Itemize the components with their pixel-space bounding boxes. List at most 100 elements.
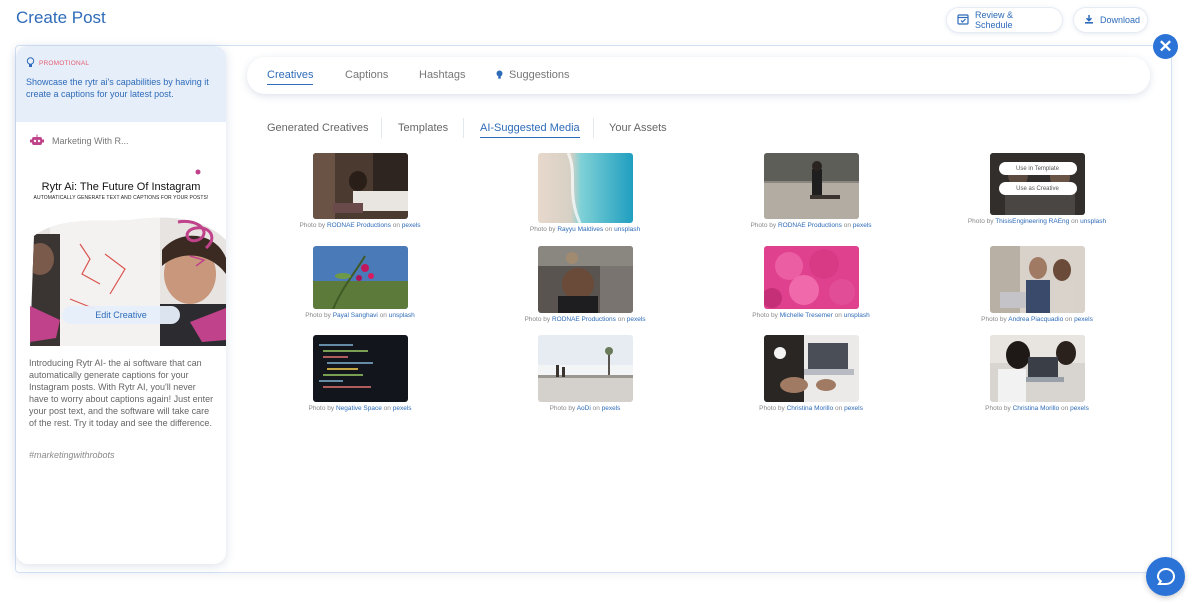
media-item[interactable]: Photo by RODNAE Productions on pexels [495,246,675,323]
source-link[interactable]: unsplash [1080,218,1106,225]
promotional-text: Showcase the rytr ai's capabilities by h… [26,77,209,99]
media-thumbnail[interactable] [763,153,859,219]
lightbulb-icon [26,57,35,70]
source-link[interactable]: pexels [602,405,621,412]
account-row: Marketing With R... [16,122,226,148]
media-item[interactable]: Photo by Andrea Piacquadio on pexels [947,246,1127,323]
review-schedule-button[interactable]: Review & Schedule [946,7,1063,33]
media-thumbnail[interactable] [312,335,408,402]
source-link[interactable]: pexels [1074,316,1093,323]
creative-subtitle: AUTOMATICALLY GENERATE TEXT AND CAPTIONS… [33,195,209,201]
close-button[interactable]: ✕ [1153,34,1178,59]
subtab-divider [463,118,464,138]
subtab-your-assets[interactable]: Your Assets [609,122,667,134]
photo-credit: Photo by Payal Sanghavi on unsplash [305,312,415,319]
chat-launcher-button[interactable] [1146,557,1185,596]
author-link[interactable]: Negative Space [336,405,382,412]
decorative-dot-icon [195,169,201,175]
media-item[interactable]: Photo by Christina Morillo on pexels [721,335,901,412]
photo-credit: Photo by ThisisEngineering RAEng on unsp… [967,218,1107,225]
subtab-generated-creatives[interactable]: Generated Creatives [267,122,369,134]
subtab-divider [381,118,382,138]
photo-credit: Photo by Rayyu Maldives on unsplash [529,226,641,233]
media-thumbnail[interactable] [312,246,408,309]
subtab-ai-suggested-media[interactable]: AI-Suggested Media [480,122,580,138]
media-item[interactable]: Photo by AoDi on pexels [495,335,675,412]
post-caption: Introducing Rytr AI- the ai software tha… [29,358,214,428]
photo-credit: Photo by Christina Morillo on pexels [759,405,863,412]
content-tabs: Creatives Captions Hashtags Suggestions [247,57,1150,94]
media-item[interactable]: Photo by Negative Space on pexels [270,335,450,412]
tab-captions[interactable]: Captions [345,69,388,81]
promotional-tag: PROMOTIONAL [26,57,216,70]
page-title: Create Post [16,8,106,27]
author-link[interactable]: RODNAE Productions [327,222,391,229]
author-link[interactable]: RODNAE Productions [552,316,616,323]
chat-bubble-icon [1156,567,1175,585]
media-item[interactable]: Photo by Michelle Tresemer on unsplash [721,246,901,319]
promotional-banner: PROMOTIONAL Showcase the rytr ai's capab… [16,46,226,122]
photo-credit: Photo by Michelle Tresemer on unsplash [752,312,870,319]
media-item[interactable]: Photo by RODNAE Productions on pexels [270,153,450,229]
source-link[interactable]: unsplash [389,312,415,319]
media-thumbnail[interactable] [763,335,859,402]
review-schedule-label: Review & Schedule [975,10,1014,30]
photo-credit: Photo by RODNAE Productions on pexels [524,316,646,323]
tab-creatives[interactable]: Creatives [267,69,314,85]
source-link[interactable]: unsplash [844,312,870,319]
account-name: Marketing With R... [52,136,129,146]
subtab-templates[interactable]: Templates [398,122,448,134]
author-link[interactable]: Christina Morillo [787,405,834,412]
media-thumbnail[interactable] [989,335,1085,402]
photo-credit: Photo by RODNAE Productions on pexels [750,222,872,229]
media-item[interactable]: Photo by Christina Morillo on pexels [947,335,1127,412]
author-link[interactable]: AoDi [577,405,591,412]
source-link[interactable]: pexels [393,405,412,412]
media-item[interactable]: Photo by Payal Sanghavi on unsplash [270,246,450,319]
lightbulb-icon [496,70,503,79]
source-link[interactable]: pexels [1070,405,1089,412]
media-thumbnail[interactable] [989,246,1085,313]
source-link[interactable]: pexels [402,222,421,229]
photo-credit: Photo by Christina Morillo on pexels [985,405,1089,412]
media-thumbnail[interactable] [312,153,408,219]
robot-avatar-icon [30,134,44,148]
post-preview-panel: PROMOTIONAL Showcase the rytr ai's capab… [16,46,226,564]
media-thumbnail[interactable] [537,246,633,313]
media-item[interactable]: Photo by RODNAE Productions on pexels [721,153,901,229]
photo-credit: Photo by Andrea Piacquadio on pexels [981,316,1093,323]
download-label: Download [1100,15,1141,25]
edit-creative-button[interactable]: Edit Creative [62,306,180,324]
source-link[interactable]: pexels [627,316,646,323]
close-icon: ✕ [1158,37,1173,56]
subtab-divider [593,118,594,138]
download-button[interactable]: Download [1073,7,1148,33]
post-hashtag: #marketingwithrobots [29,450,115,460]
download-icon [1084,14,1094,26]
media-thumbnail[interactable] [537,153,633,223]
photo-credit: Photo by AoDi on pexels [549,405,621,412]
author-link[interactable]: Christina Morillo [1013,405,1060,412]
media-thumbnail[interactable] [763,246,859,309]
author-link[interactable]: ThisisEngineering RAEng [995,218,1069,225]
author-link[interactable]: Andrea Piacquadio [1008,316,1063,323]
media-thumbnail[interactable] [537,335,633,402]
creative-photo [30,217,226,346]
media-item[interactable]: Use in Template Use as Creative Photo by… [947,153,1127,225]
creative-title: Rytr Ai: The Future Of Instagram [41,181,201,193]
tab-hashtags[interactable]: Hashtags [419,69,465,81]
tab-suggestions[interactable]: Suggestions [495,69,570,81]
source-link[interactable]: pexels [844,405,863,412]
use-as-creative-button[interactable]: Use as Creative [998,182,1077,195]
calendar-check-icon [957,13,969,27]
author-link[interactable]: Rayyu Maldives [557,226,603,233]
photo-credit: Photo by RODNAE Productions on pexels [299,222,421,229]
author-link[interactable]: Payal Sanghavi [333,312,378,319]
author-link[interactable]: RODNAE Productions [778,222,842,229]
media-item[interactable]: Photo by Rayyu Maldives on unsplash [495,153,675,233]
use-in-template-button[interactable]: Use in Template [998,162,1077,175]
author-link[interactable]: Michelle Tresemer [780,312,833,319]
source-link[interactable]: pexels [853,222,872,229]
photo-credit: Photo by Negative Space on pexels [308,405,412,412]
source-link[interactable]: unsplash [614,226,640,233]
